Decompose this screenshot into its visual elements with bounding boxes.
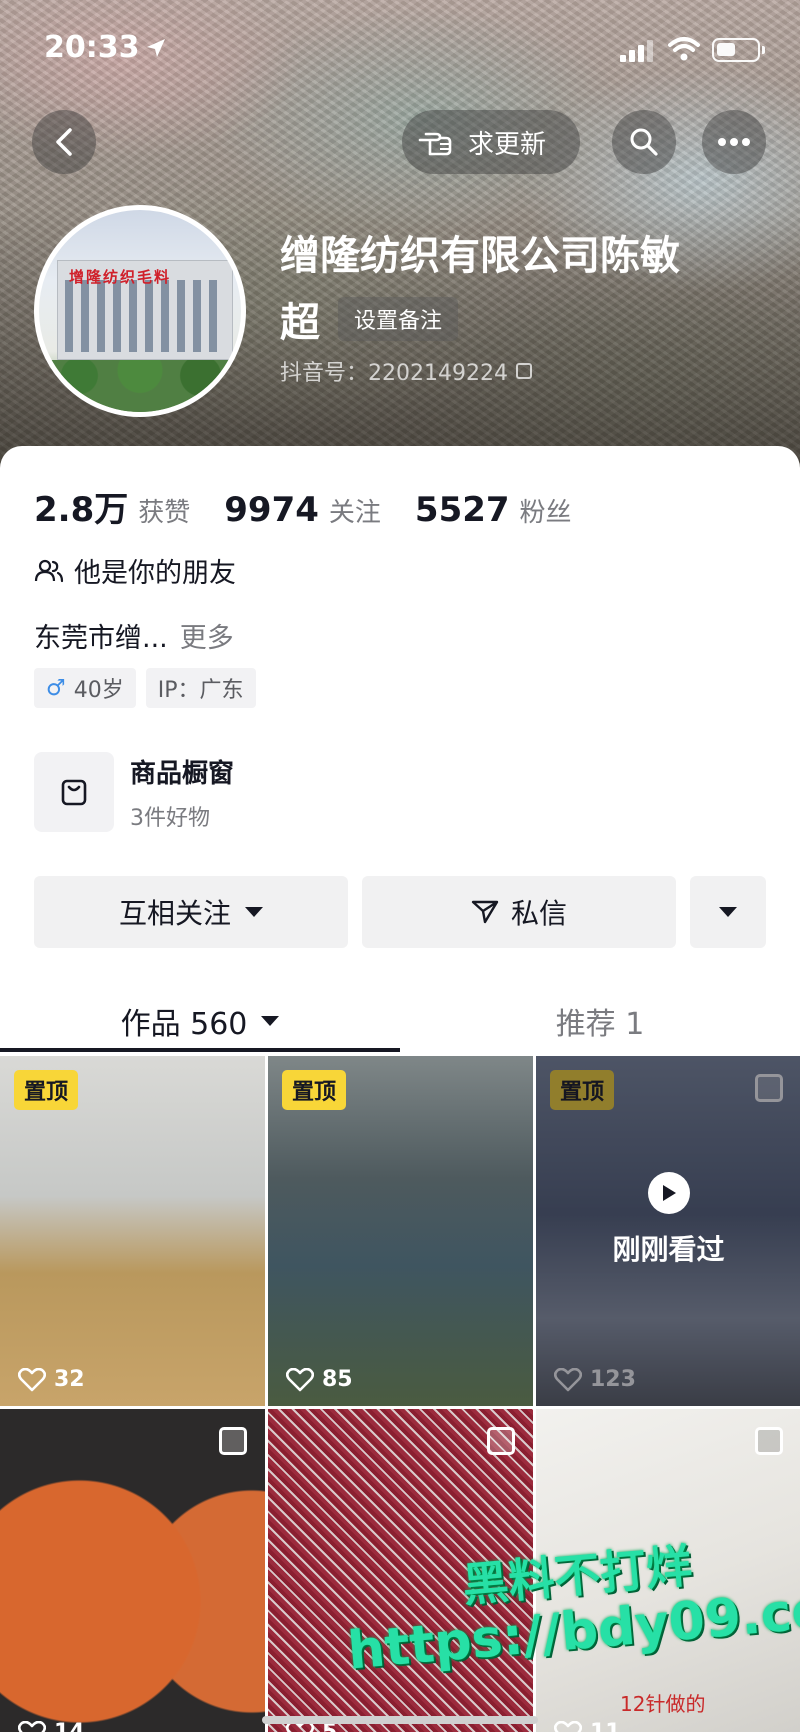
active-tab-indicator (0, 1048, 400, 1052)
stat-likes[interactable]: 2.8万 获赞 (34, 482, 190, 531)
pinned-badge: 置顶 (14, 1070, 79, 1110)
multi-image-icon (487, 1427, 515, 1455)
heart-icon (18, 1720, 46, 1732)
action-row: 互相关注 私信 (34, 876, 766, 948)
avatar[interactable]: 增隆纺织毛料 (34, 205, 246, 417)
tab-works[interactable]: 作品 560 (0, 986, 400, 1056)
more-actions-dropdown[interactable] (690, 876, 766, 948)
video-tile[interactable]: 置顶 85 (268, 1056, 533, 1406)
like-count: 32 (18, 1367, 85, 1392)
profile-tags: ♂ 40岁 IP：广东 (34, 668, 266, 708)
tab-works-label: 作品 560 (120, 1007, 248, 1042)
content-tabs: 作品 560 推荐 1 (0, 986, 800, 1056)
battery-icon (712, 38, 765, 62)
bio[interactable]: 东莞市缯... 更多 (34, 616, 234, 655)
chevron-left-icon (56, 128, 72, 156)
shop-icon-box (34, 752, 114, 832)
douyin-id-text: 抖音号：2202149224 (280, 361, 508, 386)
back-button[interactable] (32, 110, 96, 174)
status-time: 20:33 (44, 30, 140, 65)
heart-icon (554, 1720, 582, 1732)
copy-icon[interactable] (515, 363, 532, 379)
profile-name-tail: 超 (280, 300, 320, 346)
caret-down-icon (719, 907, 737, 917)
friend-text: 他是你的朋友 (74, 558, 236, 589)
shop-subtitle: 3件好物 (130, 805, 210, 831)
tile-caption-text: 12针做的 (620, 1692, 706, 1716)
recently-viewed-label: 刚刚看过 (612, 1233, 725, 1266)
profile-header: 20:33 求更新 增隆纺织毛料 缯隆纺织有限公司陈敏 超 设置备注 抖音号：2… (0, 0, 800, 470)
bio-more-link[interactable]: 更多 (180, 623, 234, 654)
stats-row: 2.8万 获赞 9974 关注 5527 粉丝 (34, 482, 606, 531)
message-label: 私信 (510, 897, 567, 930)
age-tag: ♂ 40岁 (34, 668, 136, 708)
status-bar: 20:33 (0, 0, 800, 100)
friend-indicator: 他是你的朋友 (34, 551, 236, 590)
recently-viewed-overlay: 刚刚看过 (536, 1056, 800, 1406)
ip-text: IP：广东 (157, 678, 244, 703)
caret-down-icon (245, 907, 263, 917)
multi-image-icon (755, 1427, 783, 1455)
video-tile[interactable]: 置顶 32 (0, 1056, 265, 1406)
pointing-hand-icon (418, 132, 452, 156)
wifi-icon (668, 37, 700, 61)
pinned-badge: 置顶 (282, 1070, 347, 1110)
friends-icon (34, 559, 64, 582)
shopping-bag-icon (61, 779, 87, 806)
heart-icon (286, 1367, 314, 1391)
signal-icon (620, 40, 653, 62)
mutual-follow-button[interactable]: 互相关注 (34, 876, 348, 948)
age-text: 40岁 (73, 678, 124, 703)
ip-tag: IP：广东 (145, 668, 256, 708)
caret-down-icon (261, 1016, 280, 1026)
stat-followers[interactable]: 5527 粉丝 (415, 490, 572, 530)
like-count: 14 (18, 1720, 85, 1732)
search-button[interactable] (612, 110, 676, 174)
set-remark-button[interactable]: 设置备注 (338, 297, 459, 341)
avatar-sign-text: 增隆纺织毛料 (69, 268, 172, 286)
name-line-2: 超 设置备注 (280, 290, 459, 348)
like-count: 85 (286, 1367, 353, 1392)
tab-recommend[interactable]: 推荐 1 (400, 986, 800, 1056)
search-icon (630, 128, 658, 156)
video-tile[interactable]: 14 (0, 1409, 265, 1732)
message-button[interactable]: 私信 (362, 876, 676, 948)
heart-icon (18, 1367, 46, 1391)
multi-image-icon (219, 1427, 247, 1455)
shop-window[interactable]: 商品橱窗 3件好物 (34, 752, 234, 832)
request-update-button[interactable]: 求更新 (402, 110, 580, 174)
like-count: 11 (554, 1720, 621, 1732)
send-icon (471, 900, 499, 924)
bio-text: 东莞市缯... (34, 623, 168, 654)
ellipsis-icon (718, 138, 750, 146)
profile-name: 缯隆纺织有限公司陈敏 (280, 233, 680, 279)
video-tile[interactable]: 置顶 123 刚刚看过 (536, 1056, 800, 1406)
home-indicator[interactable] (262, 1716, 538, 1724)
request-update-label: 求更新 (468, 129, 547, 160)
shop-title: 商品橱窗 (130, 758, 235, 789)
play-icon (648, 1172, 690, 1214)
location-arrow-icon (147, 39, 165, 57)
more-options-button[interactable] (702, 110, 766, 174)
douyin-id[interactable]: 抖音号：2202149224 (280, 355, 532, 387)
tab-recommend-label: 推荐 1 (555, 1007, 645, 1042)
male-icon: ♂ (46, 675, 66, 701)
stat-following[interactable]: 9974 关注 (224, 490, 381, 530)
mutual-follow-label: 互相关注 (118, 897, 231, 930)
